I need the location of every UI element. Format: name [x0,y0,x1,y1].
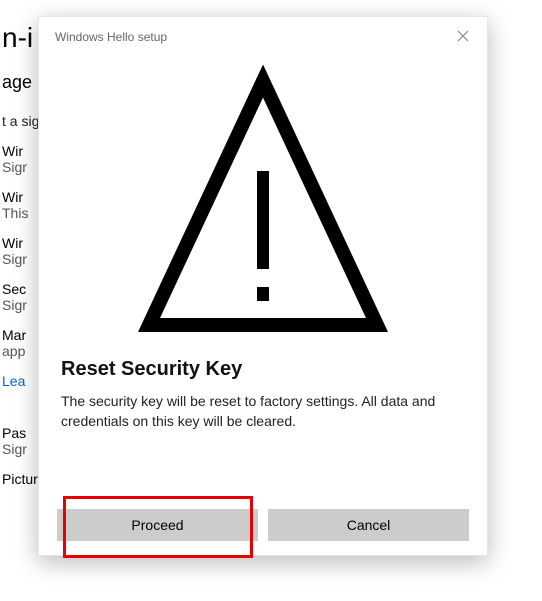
dialog-button-row: Proceed Cancel [57,509,469,541]
dialog-title: Windows Hello setup [55,30,167,44]
dialog-body: Reset Security Key The security key will… [39,348,487,432]
proceed-button[interactable]: Proceed [57,509,258,541]
close-icon [457,30,469,45]
cancel-button[interactable]: Cancel [268,509,469,541]
dialog-body-text: The security key will be reset to factor… [61,391,465,432]
dialog-icon-wrap [39,63,487,348]
windows-hello-dialog: Windows Hello setup Reset Security Key T… [38,16,488,556]
warning-triangle-icon [133,63,393,348]
close-button[interactable] [453,27,473,47]
dialog-header: Windows Hello setup [39,17,487,53]
dialog-heading: Reset Security Key [61,358,465,381]
